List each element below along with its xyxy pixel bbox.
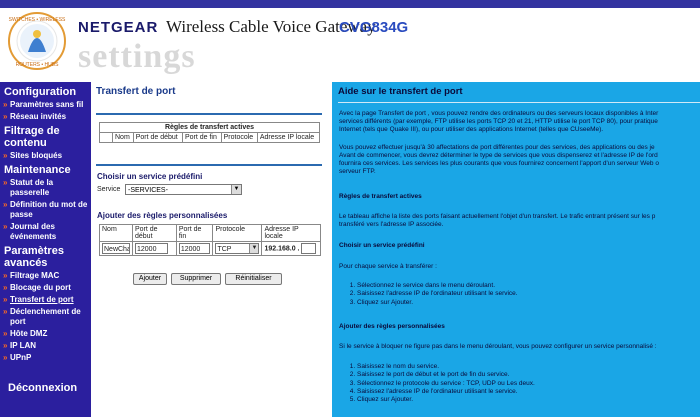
help-section-title: Règles de transfert actives — [339, 193, 422, 200]
divider — [96, 113, 322, 115]
end-port-input[interactable]: 12000 — [178, 243, 210, 254]
sidebar: Configuration » Paramètres sans fil » Rése… — [0, 82, 91, 417]
sidebar-item-mot-de-passe[interactable]: » Définition du mot de passe — [0, 200, 91, 220]
bullet-icon: » — [3, 271, 8, 280]
table-header: Port de fin — [175, 224, 214, 242]
brand-name: NETGEAR — [78, 19, 159, 36]
sidebar-item-sites-bloques[interactable]: » Sites bloqués — [0, 151, 91, 161]
page-header: SWITCHES • WIRELESS ROUTERS • HUBS NETGE… — [0, 8, 700, 82]
bullet-icon: » — [3, 200, 8, 209]
sidebar-item-filtrage-mac[interactable]: » Filtrage MAC — [0, 271, 91, 281]
reset-button[interactable]: Réinitialiser — [225, 273, 282, 285]
ip-prefix: 192.168.0 . — [264, 245, 300, 253]
predefined-heading: Choisir un service prédéfini — [97, 172, 203, 181]
sidebar-item-parametres-sans-fil[interactable]: » Paramètres sans fil — [0, 100, 91, 110]
sidebar-section-configuration: Configuration — [4, 86, 77, 98]
help-divider — [338, 102, 700, 103]
active-rules-table: Règles de transfert actives Nom Port de … — [99, 122, 321, 143]
page-title: Transfert de port — [96, 86, 176, 97]
svg-text:ROUTERS • HUBS: ROUTERS • HUBS — [16, 62, 60, 68]
table-header: Port de fin — [181, 132, 222, 143]
main-content: Transfert de port Règles de transfert ac… — [91, 82, 332, 417]
sidebar-item-journal[interactable]: » Journal des événements — [0, 222, 91, 242]
divider — [96, 164, 322, 166]
dropdown-arrow-icon: ▼ — [249, 244, 259, 253]
service-select[interactable]: -SERVICES- ▼ — [125, 184, 242, 195]
sidebar-item-declenchement[interactable]: » Déclenchement de port — [0, 307, 91, 327]
service-label: Service — [97, 186, 121, 193]
start-port-input[interactable]: 12000 — [135, 243, 168, 254]
table-header: Nom — [99, 224, 133, 242]
add-button[interactable]: Ajouter — [133, 273, 167, 285]
list-item: Sélectionnez le protocole du service : T… — [357, 380, 700, 388]
help-paragraph: Si le service à bloquer ne figure pas da… — [339, 343, 657, 350]
list-item: Saisissez l'adresse IP de l'ordinateur u… — [357, 290, 700, 298]
rule-name-input[interactable]: NewCha — [102, 243, 130, 254]
sidebar-section-maintenance: Maintenance — [4, 164, 71, 176]
sidebar-item-transfert-port[interactable]: » Transfert de port — [0, 295, 91, 305]
bullet-icon: » — [3, 112, 8, 121]
table-header — [99, 132, 113, 143]
bullet-icon: » — [3, 307, 8, 316]
svg-text:SWITCHES • WIRELESS: SWITCHES • WIRELESS — [9, 17, 66, 23]
table-header: Adresse IP locale — [256, 132, 321, 143]
table-header: Port de début — [132, 132, 183, 143]
delete-button[interactable]: Supprimer — [171, 273, 221, 285]
sidebar-section-filtrage: Filtrage de contenu — [4, 125, 60, 149]
bullet-icon: » — [3, 100, 8, 109]
bullet-icon: » — [3, 341, 8, 350]
bullet-icon: » — [3, 295, 8, 304]
list-item: Cliquez sur Ajouter. — [357, 396, 700, 404]
bullet-icon: » — [3, 353, 8, 362]
ip-last-octet-input[interactable] — [301, 243, 317, 254]
model-number: CVG834G — [339, 19, 409, 36]
list-item: Saisissez le nom du service. — [357, 363, 700, 371]
help-steps-list: Sélectionnez le service dans le menu dér… — [339, 282, 700, 307]
settings-wordmark: settings — [78, 38, 196, 75]
switches-logo-icon: SWITCHES • WIRELESS ROUTERS • HUBS — [8, 12, 66, 70]
custom-rules-heading: Ajouter des règles personnalisées — [97, 211, 228, 220]
list-item: Cliquez sur Ajouter. — [357, 299, 700, 307]
list-item: Saisissez le port de début et le port de… — [357, 371, 700, 379]
list-item: Sélectionnez le service dans le menu dér… — [357, 282, 700, 290]
help-section-title: Choisir un service prédéfini — [339, 242, 425, 249]
table-header: Protocole — [212, 224, 263, 242]
bullet-icon: » — [3, 329, 8, 338]
help-section-title: Ajouter des règles personnalisées — [339, 323, 445, 330]
protocol-select[interactable]: TCP ▼ — [215, 243, 260, 254]
sidebar-item-reseau-invites[interactable]: » Réseau invités — [0, 112, 91, 122]
list-item: Saisissez l'adresse IP de l'ordinateur u… — [357, 388, 700, 396]
table-header: Port de début — [132, 224, 177, 242]
bullet-icon: » — [3, 178, 8, 187]
logout-link[interactable]: Déconnexion — [8, 382, 77, 394]
sidebar-item-blocage-port[interactable]: » Blocage du port — [0, 283, 91, 293]
help-paragraph: Pour chaque service à transférer : — [339, 263, 437, 270]
sidebar-item-statut[interactable]: » Statut de la passerelle — [0, 178, 91, 198]
bullet-icon: » — [3, 283, 8, 292]
dropdown-arrow-icon: ▼ — [231, 185, 241, 194]
table-header: Nom — [112, 132, 134, 143]
custom-rules-table: Nom Port de début Port de fin Protocole … — [99, 224, 321, 256]
help-paragraph: Le tableau affiche la liste des ports fa… — [339, 213, 656, 228]
help-intro: Avec la page Transfert de port , vous po… — [339, 110, 659, 133]
help-panel: Aide sur le transfert de port Avec la pa… — [332, 82, 700, 417]
table-header: Adresse IP locale — [261, 224, 321, 242]
help-paragraph: Vous pouvez effectuer jusqu'à 30 affecta… — [339, 144, 659, 175]
top-accent-bar — [0, 0, 700, 8]
table-header: Protocole — [220, 132, 258, 143]
sidebar-item-upnp[interactable]: » UPnP — [0, 353, 91, 363]
sidebar-item-ip-lan[interactable]: » IP LAN — [0, 341, 91, 351]
sidebar-item-hote-dmz[interactable]: » Hôte DMZ — [0, 329, 91, 339]
help-title: Aide sur le transfert de port — [338, 86, 463, 97]
active-rules-caption: Règles de transfert actives — [99, 122, 320, 133]
bullet-icon: » — [3, 222, 8, 231]
sidebar-section-avances: Paramètres avancés — [4, 245, 64, 269]
help-steps-list: Saisissez le nom du service. Saisissez l… — [339, 363, 700, 404]
bullet-icon: » — [3, 151, 8, 160]
